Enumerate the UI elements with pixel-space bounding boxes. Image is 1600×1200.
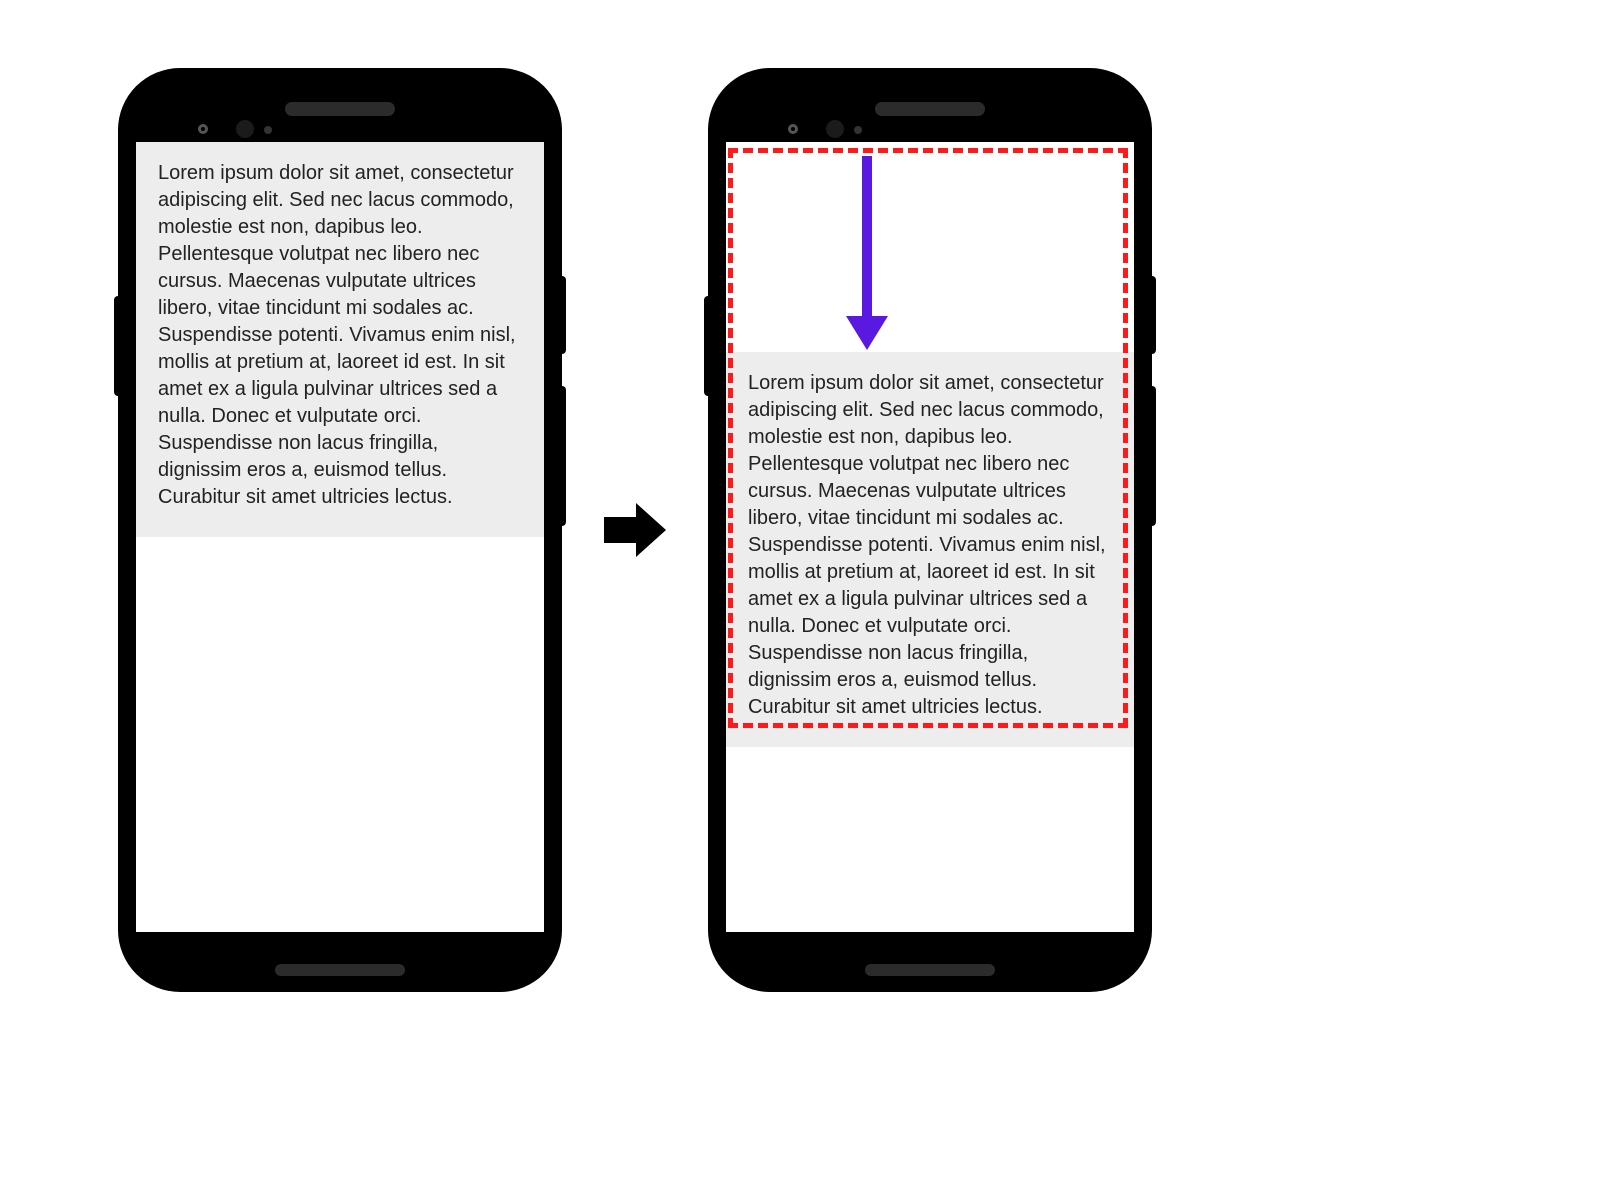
phone-before: Lorem ipsum dolor sit amet, consectetur … (120, 70, 560, 990)
phone-camera-icon (236, 120, 254, 138)
phone-right-button-2 (1148, 386, 1156, 526)
phone-right-button-2 (558, 386, 566, 526)
phone-bezel-bottom (726, 932, 1134, 990)
phone-speaker-bottom-icon (865, 964, 995, 976)
phone-speaker-icon (875, 102, 985, 116)
phone-bezel-bottom (136, 932, 544, 990)
phone-right-button-1 (558, 276, 566, 354)
phone-sensor-icon (788, 124, 798, 134)
phone-speaker-icon (285, 102, 395, 116)
phone-bezel-top (726, 86, 1134, 142)
lorem-text-before: Lorem ipsum dolor sit amet, consectetur … (158, 160, 522, 511)
phone-right-button-1 (1148, 276, 1156, 354)
lorem-text-after: Lorem ipsum dolor sit amet, consectetur … (748, 370, 1112, 721)
phone-left-button (114, 296, 122, 396)
phone-bezel-top (136, 86, 544, 142)
offset-spacer (726, 142, 1134, 352)
content-card-before: Lorem ipsum dolor sit amet, consectetur … (136, 142, 544, 537)
phone-sensor2-icon (854, 126, 862, 134)
phone-sensor2-icon (264, 126, 272, 134)
content-card-after: Lorem ipsum dolor sit amet, consectetur … (726, 352, 1134, 747)
phone-screen-after: Lorem ipsum dolor sit amet, consectetur … (726, 142, 1134, 932)
phone-screen-before: Lorem ipsum dolor sit amet, consectetur … (136, 142, 544, 932)
phone-camera-icon (826, 120, 844, 138)
transition-arrow-icon (600, 495, 670, 565)
diagram-stage: Lorem ipsum dolor sit amet, consectetur … (120, 30, 1480, 1030)
phone-speaker-bottom-icon (275, 964, 405, 976)
phone-left-button (704, 296, 712, 396)
phone-sensor-icon (198, 124, 208, 134)
phone-after: Lorem ipsum dolor sit amet, consectetur … (710, 70, 1150, 990)
